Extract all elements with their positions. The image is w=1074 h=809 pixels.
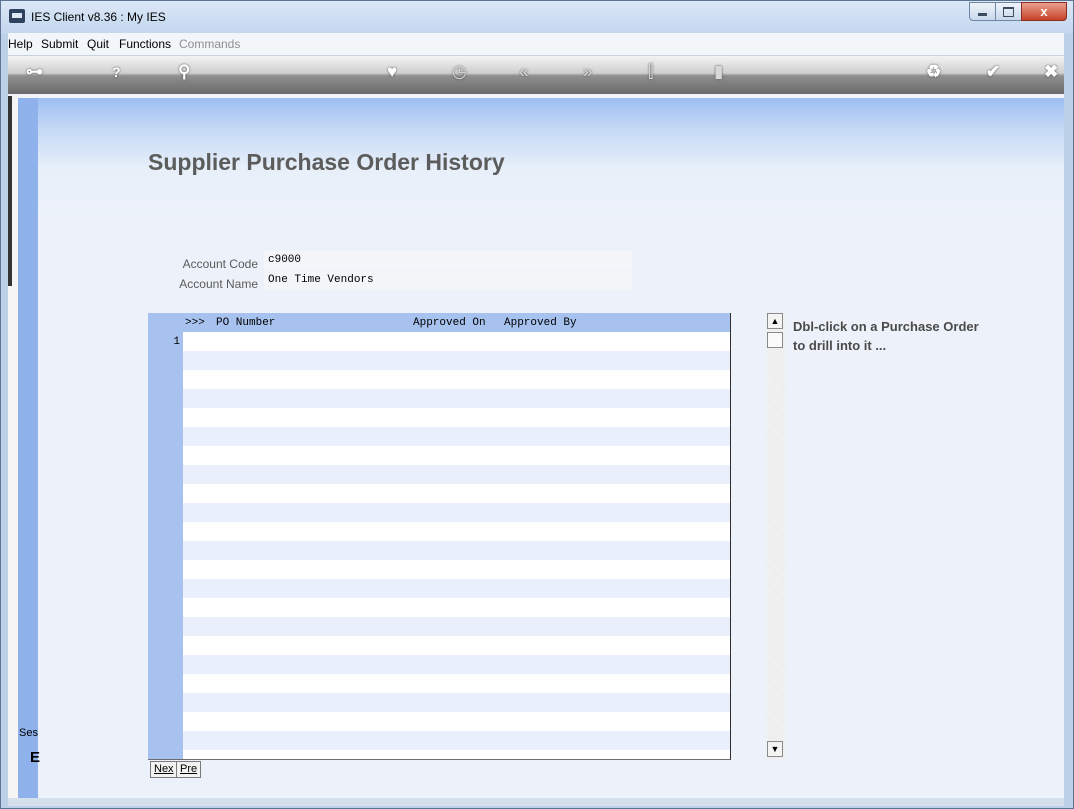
tools-icon[interactable]: ⫿ (648, 62, 653, 82)
menu-bar: Help Submit Quit Functions Commands (8, 33, 1064, 56)
session-icon[interactable]: E (30, 749, 40, 766)
table-row[interactable] (183, 351, 730, 370)
splitter-handle[interactable] (8, 96, 12, 286)
minimize-button[interactable] (969, 2, 996, 21)
table-row[interactable] (183, 503, 730, 522)
column-header-approved-by[interactable]: Approved By (504, 317, 577, 329)
table-row[interactable] (183, 522, 730, 541)
table-row[interactable] (183, 389, 730, 408)
table-row[interactable] (183, 332, 730, 351)
scroll-down-button[interactable]: ▼ (767, 741, 783, 757)
title-bar: IES Client v8.36 : My IES x (1, 1, 1073, 34)
clock-icon[interactable]: ◷ (452, 62, 467, 82)
table-row[interactable] (183, 370, 730, 389)
menu-help[interactable]: Help (8, 37, 33, 51)
scroll-up-button[interactable]: ▲ (767, 313, 783, 329)
scroll-thumb[interactable] (767, 332, 783, 348)
table-row[interactable] (183, 579, 730, 598)
menu-quit[interactable]: Quit (87, 37, 109, 51)
previous-icon[interactable]: « (519, 62, 528, 82)
window-title: IES Client v8.36 : My IES (31, 10, 166, 24)
status-bar (8, 798, 1064, 806)
key-icon[interactable]: ⊶ (26, 62, 43, 82)
account-name-field[interactable]: One Time Vendors (264, 271, 632, 290)
close-window-button[interactable]: x (1021, 2, 1067, 21)
column-header-po-number[interactable]: PO Number (216, 317, 275, 329)
table-row[interactable] (183, 731, 730, 750)
row-number: 1 (173, 336, 180, 348)
next-icon[interactable]: » (583, 62, 592, 82)
account-name-label: Account Name (179, 277, 258, 291)
hint-scrollbar[interactable]: ▲ ▼ (767, 313, 785, 759)
hint-text: Dbl-click on a Purchase Order to drill i… (793, 317, 979, 355)
maximize-button[interactable] (995, 2, 1022, 21)
maximize-icon (1003, 6, 1014, 17)
close-icon[interactable]: ✖ (1044, 62, 1058, 82)
table-row[interactable] (183, 560, 730, 579)
table-row[interactable] (183, 693, 730, 712)
previous-page-button[interactable]: Pre (176, 761, 202, 778)
table-row[interactable] (183, 598, 730, 617)
account-code-label: Account Code (182, 257, 258, 271)
heart-icon[interactable]: ♥ (387, 62, 397, 82)
table-row[interactable] (183, 674, 730, 693)
session-sidebar (18, 98, 38, 798)
table-row[interactable] (183, 427, 730, 446)
recycle-icon[interactable]: ♻ (926, 62, 941, 82)
table-row[interactable] (183, 750, 730, 759)
table-row[interactable] (183, 617, 730, 636)
row-marker: >>> (185, 317, 205, 329)
table-row[interactable] (183, 712, 730, 731)
grid-header: >>> PO Number Approved On Approved By (148, 313, 730, 332)
table-row[interactable] (183, 408, 730, 427)
minimize-icon (978, 13, 987, 16)
table-row[interactable] (183, 541, 730, 560)
table-row[interactable] (183, 446, 730, 465)
window-controls: x (969, 2, 1067, 21)
hint-line-2: to drill into it ... (793, 338, 887, 353)
page-title: Supplier Purchase Order History (148, 149, 505, 175)
hint-line-1: Dbl-click on a Purchase Order (793, 319, 979, 334)
page-icon[interactable]: ▮ (714, 62, 723, 82)
row-number-column (148, 313, 183, 759)
table-row[interactable] (183, 465, 730, 484)
account-code-field[interactable]: c9000 (264, 251, 632, 270)
menu-commands: Commands (179, 37, 241, 51)
check-icon[interactable]: ✔ (986, 62, 1000, 82)
menu-submit[interactable]: Submit (41, 37, 78, 51)
toolbar: ⊶ ? ⚲ ♥ ◷ « » ⫿ ▮ ♻ ✔ ✖ (8, 56, 1064, 94)
table-row[interactable] (183, 636, 730, 655)
search-icon[interactable]: ⚲ (178, 62, 190, 82)
table-row[interactable] (183, 484, 730, 503)
session-label[interactable]: Ses (19, 727, 38, 739)
purchase-order-grid[interactable]: >>> PO Number Approved On Approved By 1 (148, 313, 731, 760)
app-icon (9, 9, 25, 23)
menu-functions[interactable]: Functions (119, 37, 171, 51)
help-icon[interactable]: ? (112, 64, 121, 80)
table-row[interactable] (183, 655, 730, 674)
next-page-button[interactable]: Nex (150, 761, 178, 778)
column-header-approved-on[interactable]: Approved On (413, 317, 486, 329)
